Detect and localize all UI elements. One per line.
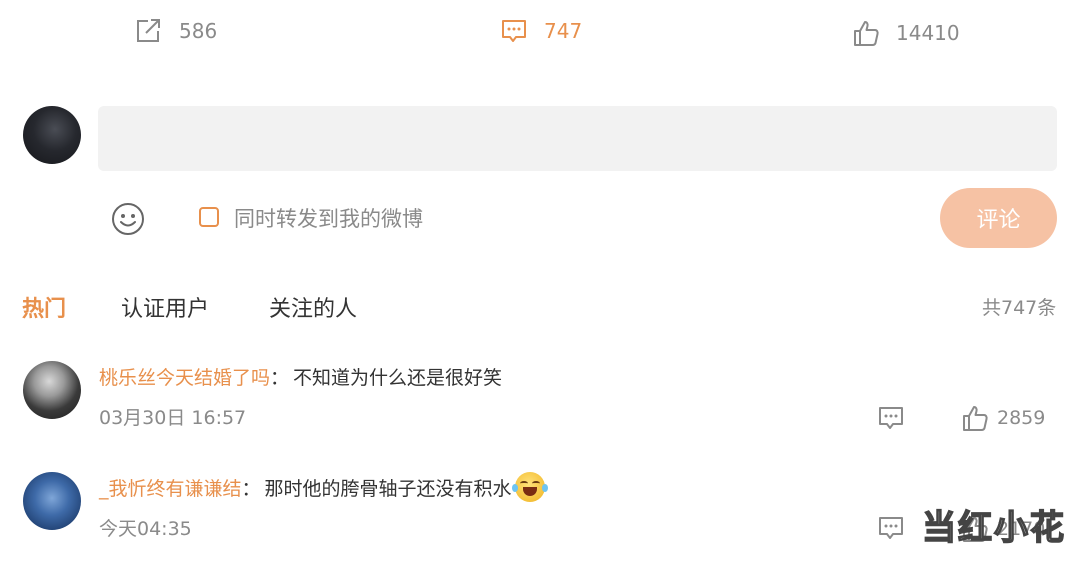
smiley-icon[interactable]	[111, 202, 145, 236]
comment-line: 桃乐丝今天结婚了吗 ： 不知道为什么还是很好笑	[99, 363, 502, 390]
like-count: 14410	[896, 21, 960, 45]
submit-comment-button[interactable]: 评论	[940, 188, 1057, 248]
comment-time: 今天04:35	[99, 518, 192, 540]
repost-label: 同时转发到我的微博	[234, 207, 423, 231]
comment-time: 03月30日 16:57	[99, 407, 247, 429]
avatar[interactable]	[23, 472, 81, 530]
comment-count: 747	[544, 19, 583, 43]
comment-input[interactable]	[98, 106, 1057, 171]
thumbs-up-icon	[854, 21, 879, 46]
comment-separator: ：	[241, 477, 261, 500]
avatar[interactable]	[23, 361, 81, 419]
comment-stat[interactable]: 747	[500, 16, 582, 46]
tab-verified-users[interactable]: 认证用户	[121, 291, 209, 323]
reply-icon[interactable]	[877, 514, 905, 542]
comment-like-button[interactable]: 2859	[961, 403, 1045, 433]
reply-icon[interactable]	[877, 404, 905, 432]
comment-icon	[502, 20, 526, 42]
watermark: 当红小花	[921, 507, 1066, 549]
share-icon	[137, 19, 160, 42]
tab-following[interactable]: 关注的人	[269, 291, 357, 323]
tab-hot[interactable]: 热门	[22, 291, 66, 323]
comment-separator: ：	[270, 367, 290, 389]
comment-text: 不知道为什么还是很好笑	[293, 367, 503, 389]
comment-username[interactable]: 桃乐丝今天结婚了吗	[99, 363, 270, 390]
repost-count: 586	[179, 19, 218, 43]
comment-line: _我忻终有谦谦结 ： 那时他的胯骨轴子还没有积水	[99, 472, 548, 502]
total-comment-count: 共747条	[982, 297, 1057, 319]
current-user-avatar[interactable]	[23, 106, 81, 164]
comment-like-count: 2859	[997, 407, 1046, 429]
comment-text: 那时他的胯骨轴子还没有积水	[264, 477, 512, 500]
thumbs-up-icon	[963, 406, 988, 431]
like-stat[interactable]: 14410	[852, 18, 960, 48]
laugh-cry-emoji	[511, 472, 548, 502]
repost-checkbox[interactable]	[199, 207, 219, 227]
comment-username[interactable]: _我忻终有谦谦结	[99, 474, 242, 501]
repost-stat[interactable]: 586	[133, 16, 217, 46]
